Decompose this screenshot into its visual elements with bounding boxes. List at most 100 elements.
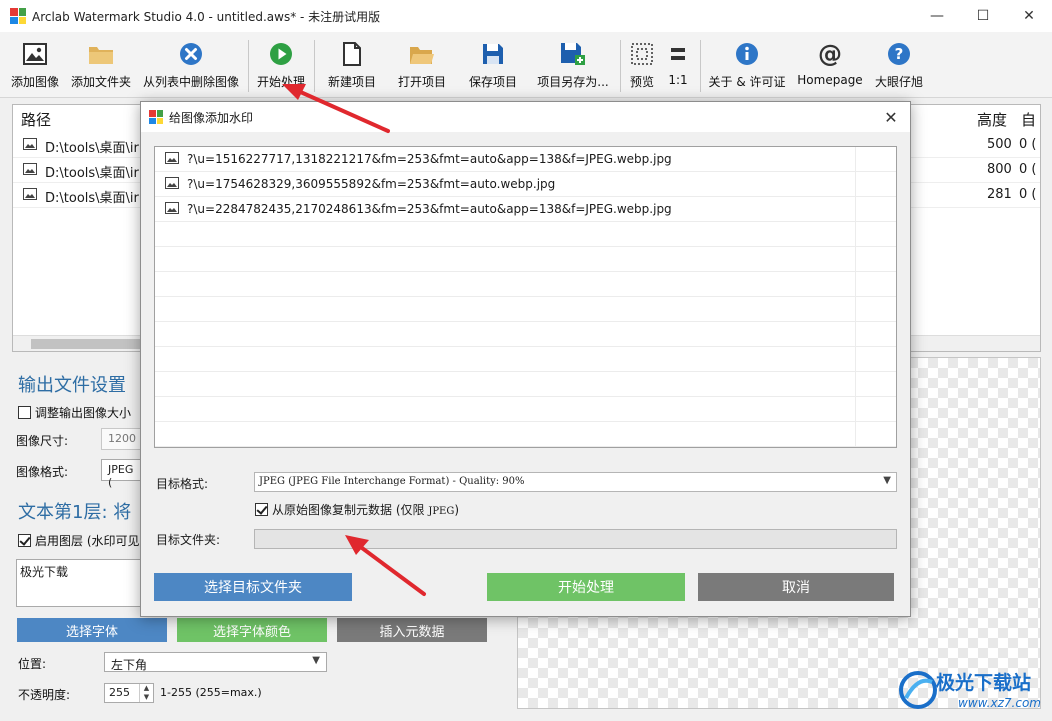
save-icon	[480, 40, 506, 68]
add-image-label: 添加图像	[10, 75, 59, 89]
app-logo-icon	[10, 8, 26, 24]
save-project-as-button[interactable]: 项目另存为...	[536, 38, 610, 94]
dialog-start-processing-button[interactable]: 开始处理	[487, 573, 685, 601]
checkbox-box[interactable]	[18, 406, 31, 419]
start-processing-button[interactable]: 开始处理	[255, 38, 307, 94]
list-item	[155, 272, 896, 297]
opacity-range-hint: 1-255 (255=max.)	[160, 686, 262, 699]
list-item	[155, 322, 896, 347]
resize-output-label: 调整输出图像大小	[35, 406, 132, 420]
at-sign-icon: @	[818, 40, 842, 68]
scrollbar-thumb[interactable]	[31, 339, 151, 349]
image-icon	[165, 202, 179, 217]
opacity-stepper[interactable]: 255 ▲ ▼	[104, 683, 154, 703]
save-as-icon	[560, 40, 586, 68]
add-image-button[interactable]: 添加图像	[9, 38, 61, 94]
select-font-color-button[interactable]: 选择字体颜色	[177, 618, 327, 642]
image-format-select[interactable]: JPEG (	[101, 459, 141, 489]
site-watermark: 极光下载站 www.xz7.com	[896, 664, 1052, 718]
preview-icon	[629, 40, 655, 68]
close-button[interactable]: ✕	[1006, 0, 1052, 32]
copy-metadata-label: 从原始图像复制元数据 (仅限	[272, 503, 429, 517]
resize-output-checkbox[interactable]: 调整输出图像大小	[18, 404, 131, 421]
homepage-label: Homepage	[797, 73, 863, 87]
list-item	[155, 347, 896, 372]
opacity-value: 255	[109, 686, 130, 699]
add-folder-button[interactable]: 添加文件夹	[69, 38, 133, 94]
site-url: www.xz7.com	[958, 696, 1041, 710]
one-to-one-button[interactable]: 1:1	[664, 38, 692, 94]
target-format-select[interactable]: JPEG (JPEG File Interchange Format) - Qu…	[254, 472, 897, 492]
row-extra: 0 (	[1019, 187, 1037, 202]
preview-label: 预览	[629, 75, 654, 89]
row-extra: 0 (	[1019, 137, 1037, 152]
insert-metadata-button[interactable]: 插入元数据	[337, 618, 487, 642]
list-item	[155, 297, 896, 322]
help-label: 大眼仔旭	[874, 75, 923, 89]
enable-layer-label: 启用图层 (水印可见	[35, 534, 140, 548]
output-settings-heading: 输出文件设置	[18, 375, 126, 396]
title-bar: Arclab Watermark Studio 4.0 - untitled.a…	[0, 0, 1052, 32]
image-size-input[interactable]: 1200	[101, 428, 141, 450]
image-icon	[23, 163, 37, 179]
list-item	[155, 372, 896, 397]
select-font-button[interactable]: 选择字体	[17, 618, 167, 642]
enable-layer-checkbox[interactable]: 启用图层 (水印可见	[18, 532, 140, 549]
dialog-file-list[interactable]: ?\u=1516227717,1318221217&fm=253&fmt=aut…	[154, 146, 897, 448]
target-format-value: JPEG (JPEG File Interchange Format) - Qu…	[259, 476, 525, 487]
file-name: ?\u=2284782435,2170248613&fm=253&fmt=aut…	[187, 202, 672, 216]
help-button[interactable]: ? 大眼仔旭	[872, 38, 926, 94]
start-processing-label: 开始处理	[256, 75, 305, 89]
folder-icon	[88, 40, 114, 68]
dialog-cancel-button[interactable]: 取消	[698, 573, 894, 601]
homepage-button[interactable]: @ Homepage	[796, 38, 864, 94]
new-project-button[interactable]: 新建项目	[325, 38, 379, 94]
image-format-label: 图像格式:	[16, 465, 69, 479]
copy-metadata-checkbox[interactable]: 从原始图像复制元数据 (仅限 JPEG)	[255, 501, 459, 518]
target-format-label: 目标格式:	[156, 477, 209, 491]
window-title: Arclab Watermark Studio 4.0 - untitled.a…	[32, 9, 381, 24]
new-project-label: 新建项目	[327, 75, 376, 89]
list-item	[155, 397, 896, 422]
toolbar: 添加图像 添加文件夹 从列表中删除图像 开始处理 新建项目 打开项目 保存项目 …	[0, 32, 1052, 98]
list-item	[155, 422, 896, 447]
select-target-folder-button[interactable]: 选择目标文件夹	[154, 573, 352, 601]
target-folder-label: 目标文件夹:	[156, 533, 221, 547]
copy-metadata-jpeg: JPEG	[428, 506, 455, 517]
preview-button[interactable]: 预览	[627, 38, 657, 94]
list-item[interactable]: ?\u=1754628329,3609555892&fm=253&fmt=aut…	[155, 172, 896, 197]
maximize-button[interactable]: ☐	[960, 0, 1006, 32]
remove-icon	[178, 40, 204, 68]
dialog-title: 给图像添加水印	[169, 110, 254, 125]
about-license-button[interactable]: 关于 & 许可证	[706, 38, 788, 94]
list-item[interactable]: ?\u=1516227717,1318221217&fm=253&fmt=aut…	[155, 147, 896, 172]
opacity-label: 不透明度:	[18, 688, 71, 702]
stepper-arrows-icon[interactable]: ▲ ▼	[139, 684, 153, 702]
site-brand: 极光下载站	[936, 672, 1032, 694]
help-icon: ?	[886, 40, 912, 68]
checkbox-box[interactable]	[18, 534, 31, 547]
checkbox-box[interactable]	[255, 503, 268, 516]
target-folder-field[interactable]	[254, 529, 897, 549]
position-label: 位置:	[18, 657, 47, 671]
remove-image-button[interactable]: 从列表中删除图像	[141, 38, 241, 94]
row-path: D:\tools\桌面\ir	[45, 191, 139, 206]
column-height-header[interactable]: 高度	[977, 109, 1007, 130]
column-auto-header[interactable]: 自	[1021, 109, 1036, 130]
list-item	[155, 247, 896, 272]
dialog-close-button[interactable]: ✕	[880, 106, 902, 128]
save-project-button[interactable]: 保存项目	[466, 38, 520, 94]
column-path-header[interactable]: 路径	[21, 109, 51, 130]
save-project-as-label: 项目另存为...	[537, 75, 609, 89]
play-icon	[268, 40, 294, 68]
watermark-text-input[interactable]: 极光下载	[16, 559, 146, 607]
open-project-button[interactable]: 打开项目	[395, 38, 449, 94]
dialog-title-bar: 给图像添加水印 ✕	[141, 102, 910, 132]
list-item	[155, 222, 896, 247]
list-item[interactable]: ?\u=2284782435,2170248613&fm=253&fmt=aut…	[155, 197, 896, 222]
position-select[interactable]: 左下角 ▼	[104, 652, 327, 672]
minimize-button[interactable]: —	[914, 0, 960, 32]
remove-image-label: 从列表中删除图像	[142, 75, 239, 89]
equals-icon	[665, 40, 691, 68]
file-name: ?\u=1516227717,1318221217&fm=253&fmt=aut…	[187, 152, 672, 166]
